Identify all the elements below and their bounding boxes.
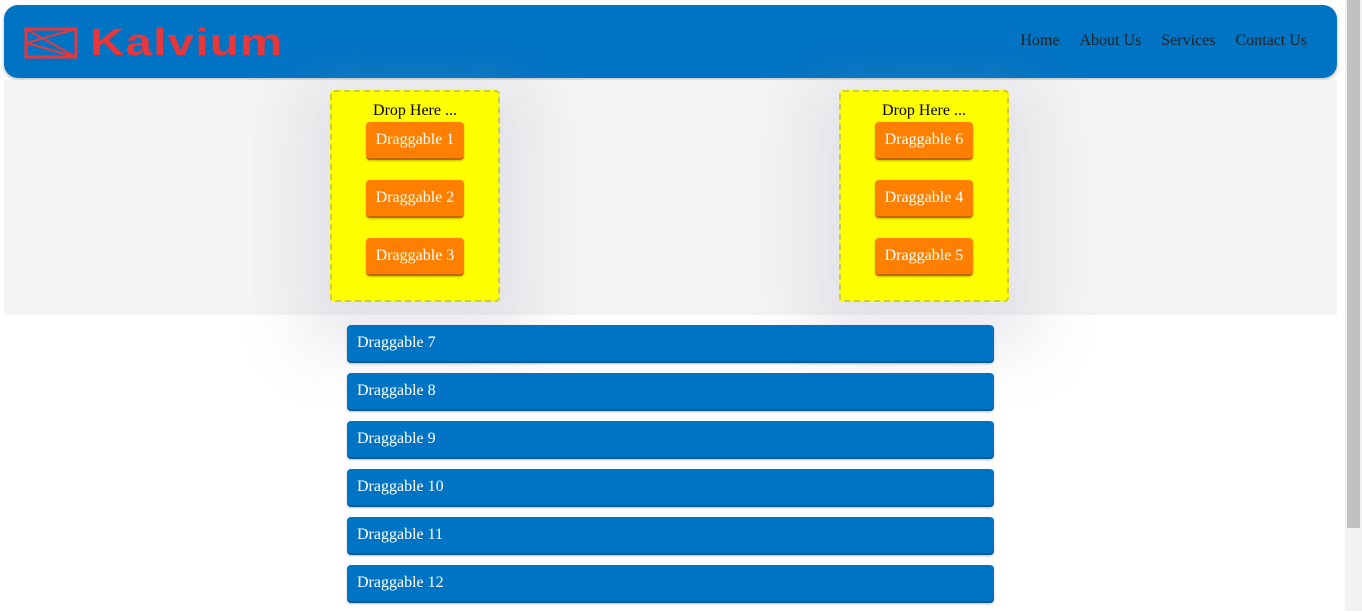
nav-services[interactable]: Services — [1161, 32, 1215, 50]
main-nav: Home About Us Services Contact Us — [1020, 32, 1307, 50]
drop-area-band — [4, 80, 1337, 315]
kalvium-logo-icon — [24, 27, 78, 59]
draggable-8[interactable]: Draggable 8 — [347, 373, 994, 411]
draggable-7[interactable]: Draggable 7 — [347, 325, 994, 363]
draggable-list: Draggable 7 Draggable 8 Draggable 9 Drag… — [347, 325, 994, 613]
draggable-1[interactable]: Draggable 1 — [366, 122, 464, 160]
draggable-5[interactable]: Draggable 5 — [875, 238, 973, 276]
drop-zone-left[interactable]: Drop Here ... Draggable 1 Draggable 2 Dr… — [330, 90, 500, 302]
drop-zone-title: Drop Here ... — [373, 102, 457, 119]
site-header: Kalvium Home About Us Services Contact U… — [4, 5, 1337, 78]
draggable-2[interactable]: Draggable 2 — [366, 180, 464, 218]
draggable-12[interactable]: Draggable 12 — [347, 565, 994, 603]
drop-zone-right[interactable]: Drop Here ... Draggable 6 Draggable 4 Dr… — [839, 90, 1009, 302]
draggable-10[interactable]: Draggable 10 — [347, 469, 994, 507]
drop-zone-title: Drop Here ... — [882, 102, 966, 119]
logo-text: Kalvium — [90, 22, 284, 64]
draggable-9[interactable]: Draggable 9 — [347, 421, 994, 459]
logo[interactable]: Kalvium — [24, 23, 282, 63]
nav-contact-us[interactable]: Contact Us — [1235, 32, 1307, 50]
draggable-4[interactable]: Draggable 4 — [875, 180, 973, 218]
nav-about-us[interactable]: About Us — [1079, 32, 1141, 50]
draggable-3[interactable]: Draggable 3 — [366, 238, 464, 276]
nav-home[interactable]: Home — [1020, 32, 1059, 50]
draggable-6[interactable]: Draggable 6 — [875, 122, 973, 160]
draggable-11[interactable]: Draggable 11 — [347, 517, 994, 555]
vertical-scrollbar[interactable] — [1345, 0, 1362, 611]
scrollbar-thumb[interactable] — [1347, 0, 1360, 528]
